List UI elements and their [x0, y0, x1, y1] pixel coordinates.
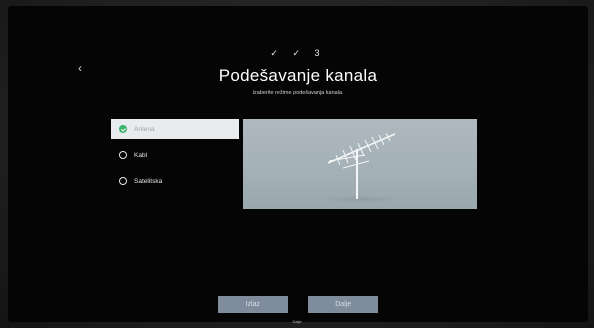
- page-title: Podešavanje kanala: [218, 66, 378, 85]
- tv-screen: ‹ ✓ ✓ 3 Podešavanje kanala Izaberite rež…: [8, 6, 588, 322]
- option-antenna[interactable]: Antena: [111, 119, 239, 139]
- page-subtitle: Izaberite režime podešavanja kanala.: [252, 90, 344, 96]
- step-3-number: 3: [314, 48, 326, 58]
- step-indicator: ✓ ✓ 3: [8, 48, 588, 59]
- bezel-label: Dalje: [292, 319, 302, 324]
- option-label: Satelitska: [134, 177, 163, 185]
- preview-panel: [243, 119, 477, 209]
- next-button[interactable]: Dalje: [308, 296, 379, 313]
- radio-unchecked-icon: [119, 177, 127, 185]
- option-cable[interactable]: Kabl: [111, 145, 239, 165]
- antenna-icon: [320, 132, 400, 203]
- button-row: Izlaz Dalje: [8, 293, 588, 313]
- step-1-check-icon: ✓: [270, 48, 284, 58]
- exit-button[interactable]: Izlaz: [217, 296, 288, 313]
- step-2-check-icon: ✓: [292, 48, 307, 58]
- option-label: Kabl: [134, 151, 148, 159]
- radio-checked-icon: [119, 125, 127, 133]
- option-list: Antena Kabl Satelitska: [111, 119, 239, 197]
- option-label: Antena: [134, 125, 155, 133]
- radio-unchecked-icon: [119, 151, 127, 159]
- option-satellite[interactable]: Satelitska: [111, 171, 239, 191]
